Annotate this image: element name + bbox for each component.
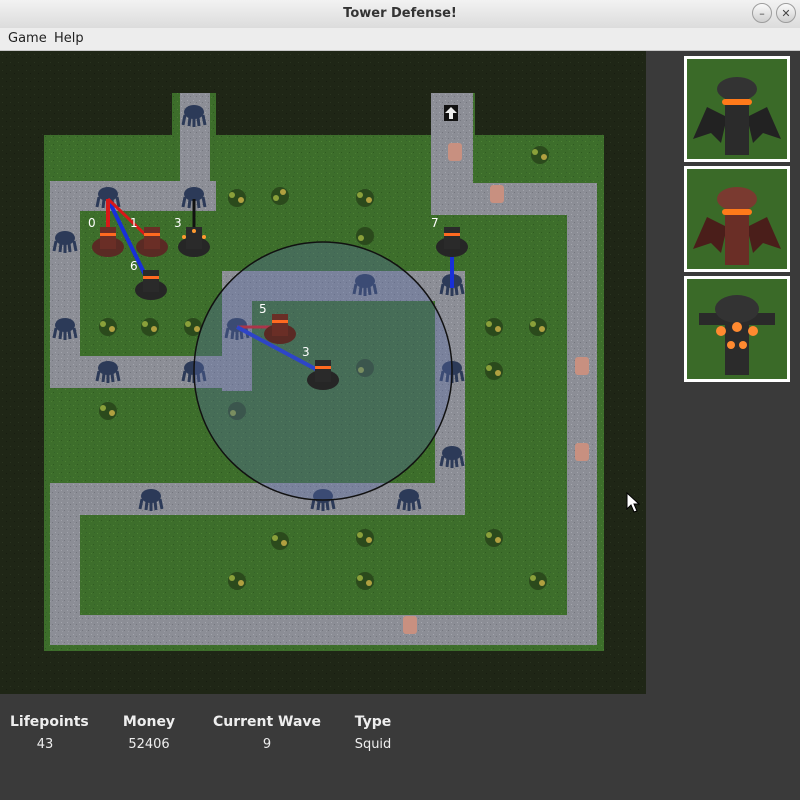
tower-option-dark[interactable] bbox=[684, 56, 790, 162]
money-value: 52406 bbox=[128, 737, 170, 752]
type-label: Type bbox=[354, 714, 392, 730]
menu-game[interactable]: Game bbox=[8, 31, 47, 46]
tower-option-orb[interactable] bbox=[684, 276, 790, 382]
lifepoints-label: Lifepoints bbox=[10, 714, 89, 730]
tower-3b-label: 3 bbox=[302, 345, 310, 359]
minimize-button[interactable]: – bbox=[752, 3, 772, 23]
spawn-arrow-icon bbox=[444, 105, 458, 121]
orb-tower-icon bbox=[699, 295, 775, 375]
menu-help[interactable]: Help bbox=[54, 31, 84, 46]
red-tower-icon bbox=[693, 187, 781, 265]
type-value: Squid bbox=[354, 737, 392, 752]
mouse-cursor-icon bbox=[626, 492, 640, 513]
tower-5-label: 5 bbox=[259, 302, 267, 316]
title-bar: Tower Defense! – ✕ bbox=[0, 0, 800, 29]
money-label: Money bbox=[122, 714, 176, 730]
menu-bar: Game Help bbox=[0, 28, 800, 51]
tower-6-label: 6 bbox=[130, 259, 138, 273]
current-wave-value: 9 bbox=[262, 737, 272, 752]
window-title: Tower Defense! bbox=[343, 6, 457, 21]
tower-2-label: 3 bbox=[174, 216, 182, 230]
tower-7-label: 7 bbox=[431, 216, 439, 230]
current-wave-label: Current Wave bbox=[212, 714, 322, 730]
close-button[interactable]: ✕ bbox=[776, 3, 796, 23]
game-board[interactable]: 0 1 3 6 7 5 3 bbox=[0, 51, 646, 694]
tower-1-label: 1 bbox=[130, 216, 138, 230]
lifepoints-value: 43 bbox=[36, 737, 54, 752]
dark-tower-icon bbox=[693, 77, 781, 155]
tower-option-red[interactable] bbox=[684, 166, 790, 272]
tower-0-label: 0 bbox=[88, 216, 96, 230]
status-bar: Lifepoints 43 Money 52406 Current Wave 9… bbox=[0, 694, 800, 800]
